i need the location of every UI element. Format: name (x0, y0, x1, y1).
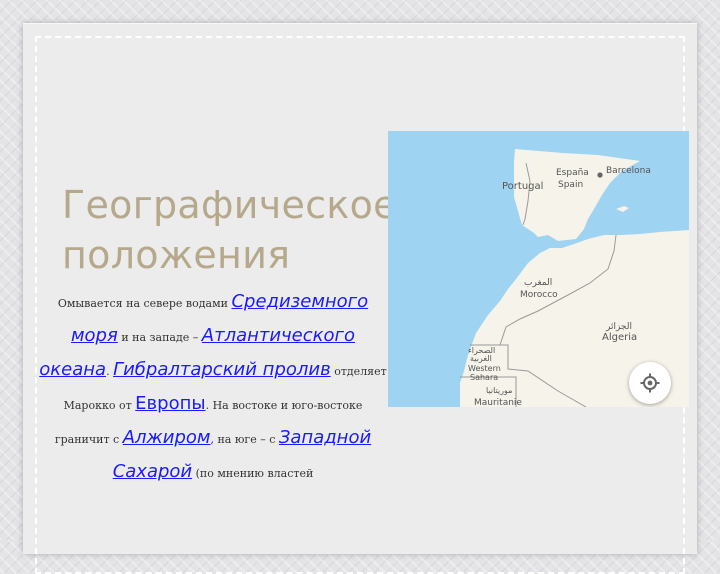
link-algeria[interactable]: Алжиром (123, 427, 211, 448)
my-location-icon (640, 373, 660, 393)
map-image[interactable]: Portugal España Spain Barcelona المغرب M… (388, 131, 689, 407)
map-label-espana: España (556, 168, 589, 178)
map-label-ws1: Western (468, 364, 501, 373)
link-gibraltar-strait[interactable]: Гибралтарский пролив (113, 359, 331, 380)
slide-body-text: Омывается на севере водами Средиземного … (36, 286, 390, 490)
map-label-barcelona: Barcelona (606, 166, 651, 176)
body-text: , на юге – с (210, 433, 279, 446)
map-label-spain: Spain (558, 180, 583, 190)
map-label-mauritania: Mauritanie (474, 398, 522, 407)
body-text: Омывается на севере водами (57, 297, 232, 310)
map-label-portugal: Portugal (502, 181, 543, 192)
body-text: и на западе – (117, 331, 202, 344)
map-label-morocco: Morocco (520, 290, 558, 300)
map-label-algeria: Algeria (602, 332, 637, 343)
map-label-ws2: Sahara (470, 373, 498, 382)
map-label-algeria-ar: الجزائر (605, 322, 632, 332)
slide-title: Географическое положения (62, 183, 397, 277)
barcelona-marker (597, 172, 603, 178)
body-text: (по мнению властей (192, 467, 314, 480)
map-label-ws-ar2: الغربية (470, 354, 492, 363)
map-label-morocco-ar: المغرب (524, 278, 552, 288)
body-text: . (106, 365, 114, 378)
map-label-mauritania-ar: موريتانيا (486, 386, 512, 395)
link-europe[interactable]: Европы (135, 393, 205, 414)
my-location-button[interactable] (629, 362, 671, 404)
